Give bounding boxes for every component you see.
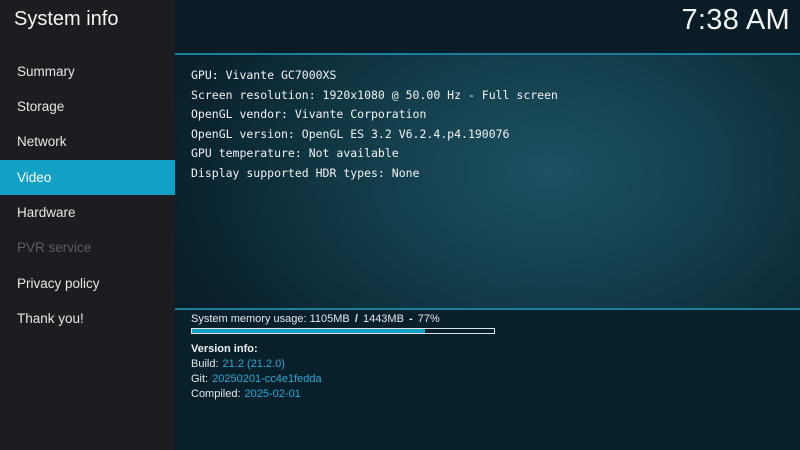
sidebar-item-network[interactable]: Network: [0, 124, 175, 159]
memory-progress-fill: [192, 329, 425, 333]
version-heading: Version info:: [191, 343, 258, 355]
info-opengl-vendor: OpenGL vendor: Vivante Corporation: [191, 107, 427, 122]
memory-progress-bar: [191, 328, 495, 334]
build-label: Build:: [191, 358, 219, 370]
version-compiled-row: Compiled: 2025-02-01: [191, 387, 322, 402]
sidebar-item-storage[interactable]: Storage: [0, 89, 175, 124]
clock: 7:38 AM: [681, 4, 790, 36]
compiled-value: 2025-02-01: [244, 388, 301, 400]
sidebar-item-thank-you[interactable]: Thank you!: [0, 301, 175, 336]
sidebar-item-hardware[interactable]: Hardware: [0, 195, 175, 230]
header-divider: [175, 53, 800, 55]
main-panel: 7:38 AM GPU: Vivante GC7000XS Screen res…: [175, 0, 800, 450]
version-git-row: Git: 20250201-cc4e1fedda: [191, 372, 322, 387]
compiled-label: Compiled:: [191, 388, 241, 400]
memory-total: 1443MB: [362, 313, 404, 325]
memory-label: System memory usage:: [191, 313, 307, 325]
info-screen-resolution: Screen resolution: 1920x1080 @ 50.00 Hz …: [191, 87, 558, 102]
info-opengl-version: OpenGL version: OpenGL ES 3.2 V6.2.4.p4.…: [191, 126, 510, 141]
sidebar: System info Summary Storage Network Vide…: [0, 0, 175, 450]
sidebar-item-privacy-policy[interactable]: Privacy policy: [0, 266, 175, 301]
memory-percent: 77%: [417, 313, 440, 325]
git-value: 20250201-cc4e1fedda: [212, 373, 322, 385]
info-gpu-temperature: GPU temperature: Not available: [191, 146, 399, 161]
build-value: 21.2 (21.2.0): [222, 358, 285, 370]
sidebar-item-pvr-service: PVR service: [17, 240, 92, 255]
sidebar-item-video[interactable]: Video: [0, 160, 175, 195]
info-gpu: GPU: Vivante GC7000XS: [191, 68, 337, 82]
version-info: Version info: Build: 21.2 (21.2.0) Git: 20…: [191, 342, 322, 402]
memory-used: 1105MB: [309, 313, 350, 325]
info-list: GPU: Vivante GC7000XS Screen resolution:…: [191, 66, 558, 184]
memory-separator: /: [354, 313, 358, 325]
memory-dash: -: [409, 313, 413, 325]
info-hdr-types: Display supported HDR types: None: [191, 165, 420, 180]
git-label: Git:: [191, 373, 209, 385]
memory-usage-text: System memory usage: 1105MB / 1443MB - 7…: [191, 313, 440, 325]
version-build-row: Build: 21.2 (21.2.0): [191, 357, 322, 372]
sidebar-item-summary[interactable]: Summary: [0, 54, 175, 89]
page-title: System info: [14, 8, 119, 30]
